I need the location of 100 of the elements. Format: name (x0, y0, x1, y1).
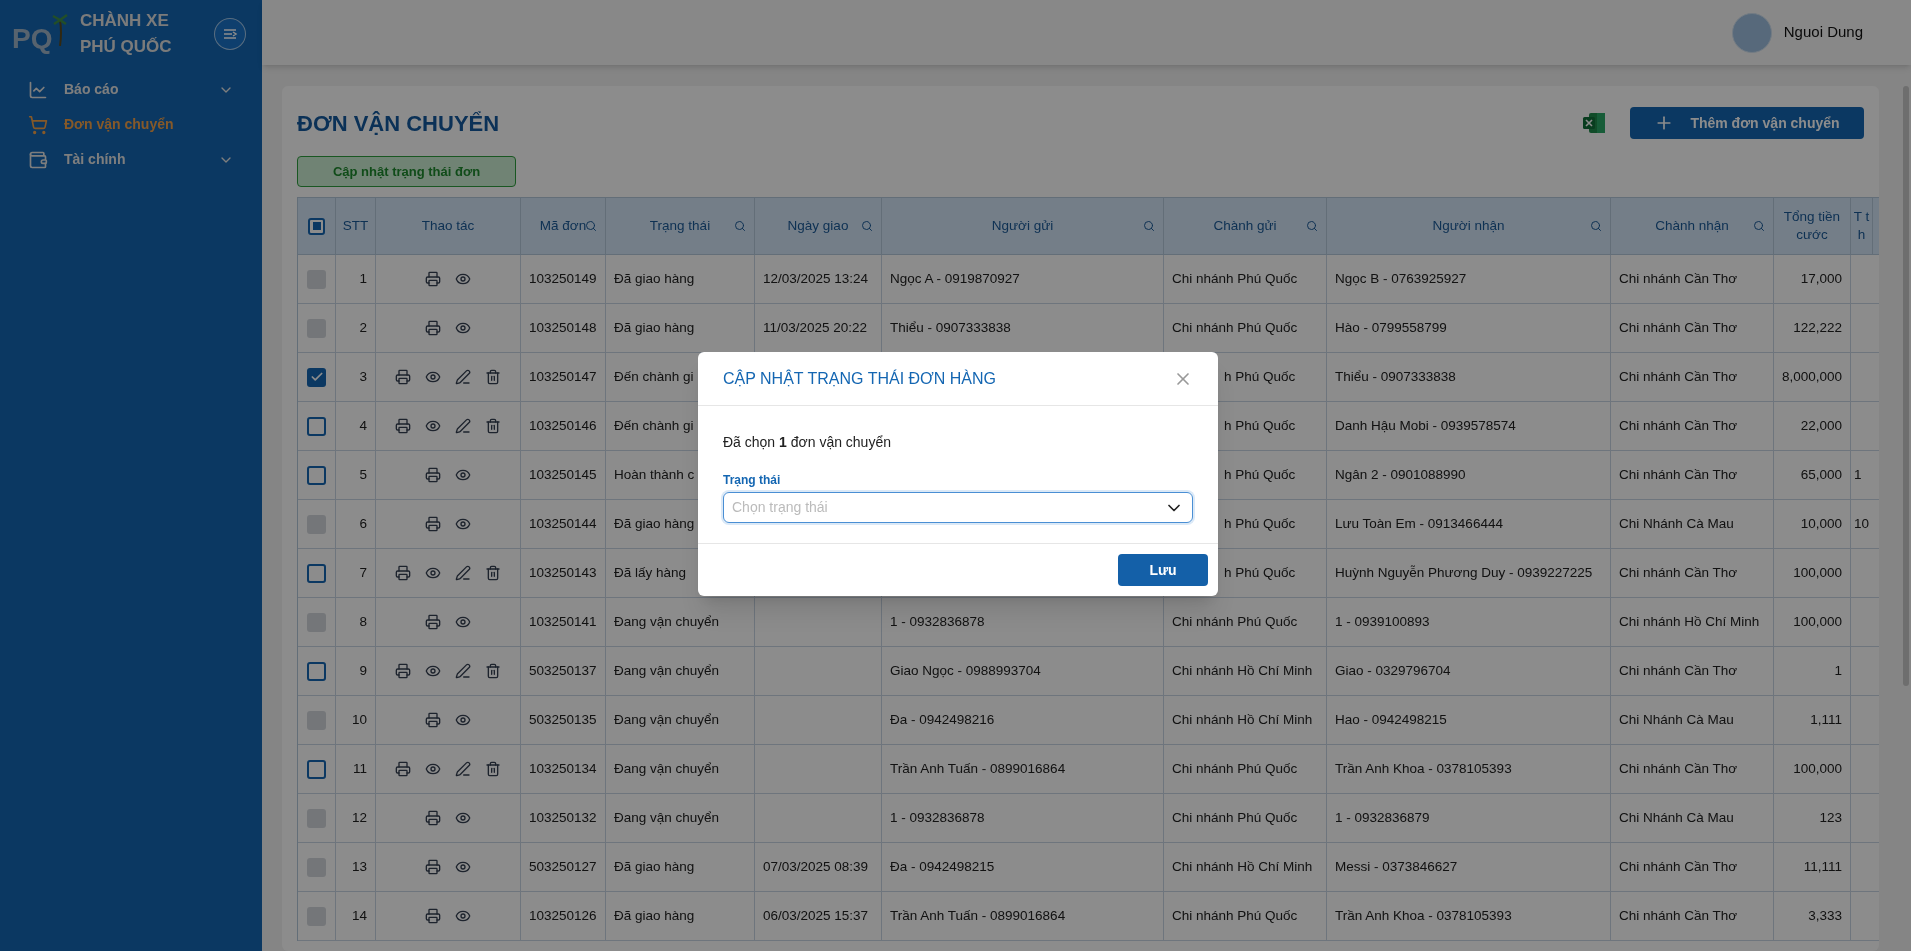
row-checkbox[interactable] (307, 465, 326, 485)
select-all-checkbox[interactable] (308, 217, 325, 235)
print-button[interactable] (423, 612, 443, 632)
table-cell-text: 1 (1854, 465, 1862, 484)
table-cell-text: Hào - 0799558799 (1335, 318, 1447, 337)
search-icon[interactable] (861, 220, 873, 232)
print-button[interactable] (423, 857, 443, 877)
edit-button[interactable] (453, 563, 473, 583)
printer-icon (425, 859, 441, 875)
column-header: Mã đơn (521, 198, 606, 254)
menu-icon (222, 26, 238, 42)
table-cell-text: Chi nhánh Phú Quốc (1172, 759, 1298, 778)
print-button[interactable] (423, 318, 443, 338)
print-button[interactable] (423, 514, 443, 534)
table-cell-text: 123 (1819, 808, 1842, 827)
eye-icon (455, 859, 471, 875)
row-checkbox[interactable] (307, 661, 326, 681)
table-cell: 503250135 (521, 696, 606, 744)
table-cell-text: Chi nhánh Phú Quốc (1172, 808, 1298, 827)
search-icon[interactable] (734, 220, 746, 232)
printer-icon (395, 418, 411, 434)
column-header: T th (1851, 198, 1873, 254)
table-cell-text: Trần Anh Tuấn - 0899016864 (890, 906, 1066, 925)
table-cell: 6 (336, 500, 376, 548)
print-button[interactable] (393, 563, 413, 583)
eye-icon (425, 663, 441, 679)
pencil-icon (455, 761, 471, 777)
table-cell-text: Đã giao hàng (614, 906, 695, 925)
sidebar-item[interactable]: Đơn vận chuyển (0, 107, 262, 142)
table-cell: 2 (336, 304, 376, 352)
printer-icon (395, 761, 411, 777)
table-cell-text: Chi nhánh Phú Quốc (1172, 269, 1298, 288)
table-cell-text: 11,111 (1803, 857, 1842, 876)
print-button[interactable] (393, 416, 413, 436)
edit-button[interactable] (453, 661, 473, 681)
table-cell-text: Chi nhánh Hồ Chí Minh (1619, 612, 1760, 631)
printer-icon (395, 663, 411, 679)
selection-summary: Đã chọn 1 đơn vận chuyển (723, 433, 892, 452)
printer-icon (425, 614, 441, 630)
table-cell-text: Hao - 0942498215 (1335, 710, 1447, 729)
table-cell-text: 22,000 (1800, 416, 1842, 435)
row-checkbox[interactable] (307, 563, 326, 583)
table-cell-text: Chi nhánh Cần Thơ (1619, 465, 1738, 484)
table-cell-text: Ngọc B - 0763925927 (1335, 269, 1467, 288)
row-checkbox[interactable] (307, 367, 326, 387)
save-button[interactable]: Lưu (1118, 554, 1208, 586)
row-checkbox[interactable] (307, 416, 326, 436)
table-cell-text: Chi nhánh Cần Thơ (1619, 416, 1738, 435)
print-button[interactable] (393, 661, 413, 681)
print-button[interactable] (393, 759, 413, 779)
table-cell-text: Chi nhánh Cần Thơ (1619, 318, 1738, 337)
printer-icon (425, 320, 441, 336)
table-cell: 5 (336, 451, 376, 499)
edit-button[interactable] (453, 759, 473, 779)
print-button[interactable] (423, 465, 443, 485)
dialog-title: CẬP NHẬT TRẠNG THÁI ĐƠN HÀNG (723, 368, 997, 389)
table-cell-text: h Phú Quốc (1224, 563, 1296, 582)
table-cell-text: Chi nhánh Cần Thơ (1619, 759, 1738, 778)
table-cell-text: Giao Ngọc - 0988993704 (890, 661, 1041, 680)
update-status-button[interactable]: Cập nhật trạng thái đơn (297, 156, 516, 187)
edit-button[interactable] (453, 367, 473, 387)
pencil-icon (455, 565, 471, 581)
row-checkbox[interactable] (307, 759, 326, 779)
status-select[interactable]: Chọn trạng thái (723, 492, 1193, 523)
column-header: Trạng thái (606, 198, 755, 254)
edit-button[interactable] (453, 416, 473, 436)
add-order-button[interactable]: Thêm đơn vận chuyển (1630, 107, 1864, 139)
table-cell-text: 11/03/2025 20:22 (763, 318, 868, 337)
table-cell-text: Giao - 0329796704 (1335, 661, 1451, 680)
table-cell-text: Đã giao hàng (614, 318, 695, 337)
table-cell-text: Trần Anh Khoa - 0378105393 (1335, 906, 1512, 925)
eye-icon (455, 467, 471, 483)
search-icon[interactable] (585, 220, 597, 232)
table-cell-text: 1 (1834, 661, 1842, 680)
trash-icon (485, 565, 501, 581)
table-cell-text: Chi Nhánh Cà Mau (1619, 808, 1734, 827)
sidebar-item[interactable]: Báo cáo (0, 72, 262, 107)
search-icon[interactable] (1306, 220, 1318, 232)
eye-icon (455, 271, 471, 287)
table-cell-text: Trần Anh Khoa - 0378105393 (1335, 759, 1512, 778)
table-cell-text: h Phú Quốc (1224, 416, 1296, 435)
print-button[interactable] (423, 710, 443, 730)
table-cell-text: Chi nhánh Phú Quốc (1172, 612, 1298, 631)
print-button[interactable] (393, 367, 413, 387)
excel-icon[interactable] (1582, 111, 1606, 135)
print-button[interactable] (423, 269, 443, 289)
table-cell: 10 (336, 696, 376, 744)
print-button[interactable] (423, 808, 443, 828)
table-cell-text: Đang vận chuyển (614, 759, 720, 778)
table-cell-text: Đến chành gi (614, 416, 694, 435)
table-cell-text: Chi nhánh Cần Thơ (1619, 367, 1738, 386)
table-cell-text: h Phú Quốc (1224, 465, 1296, 484)
sidebar-item[interactable]: Tài chính (0, 142, 262, 177)
search-icon[interactable] (1590, 220, 1602, 232)
trash-icon (485, 418, 501, 434)
table-cell-text: Chi nhánh Hồ Chí Minh (1172, 661, 1313, 680)
search-icon[interactable] (1143, 220, 1155, 232)
menu-toggle-button[interactable] (214, 18, 246, 50)
search-icon[interactable] (1753, 220, 1765, 232)
print-button[interactable] (423, 906, 443, 926)
